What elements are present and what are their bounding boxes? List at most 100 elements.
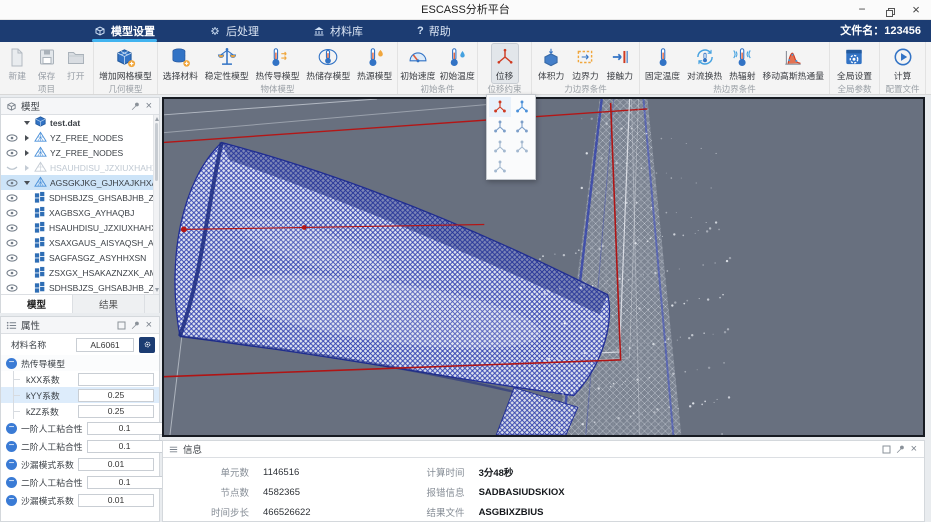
constraint-option-5[interactable] xyxy=(489,137,511,157)
pin-icon[interactable] xyxy=(130,320,140,330)
eye-icon[interactable] xyxy=(4,284,19,292)
tab-model[interactable]: 模型 xyxy=(1,295,73,313)
constraint-option-3[interactable] xyxy=(489,117,511,137)
boundary-force-button[interactable]: 边界力 xyxy=(570,44,600,83)
save-button[interactable]: 保存 xyxy=(35,44,59,83)
scrollbar-thumb[interactable] xyxy=(155,123,158,181)
tree-row[interactable]: XAGBSXG_AYHAQBJ xyxy=(1,205,159,220)
heat-source-button[interactable]: 热源模型 xyxy=(355,44,394,83)
collapse-icon[interactable]: − xyxy=(6,358,17,369)
collapse-icon[interactable]: − xyxy=(6,477,17,488)
chevron-right-icon[interactable] xyxy=(22,135,31,141)
initial-temperature-button[interactable]: 初始温度 xyxy=(438,44,477,83)
property-row-kzz: kZZ系数 xyxy=(1,403,159,419)
close-icon[interactable]: × xyxy=(909,444,919,454)
displacement-button[interactable]: 位移 xyxy=(492,44,518,83)
model-panel-header: 模型 × xyxy=(1,98,159,115)
section-heat-conduction[interactable]: − 热传导模型 xyxy=(1,355,159,371)
constraint-option-4[interactable] xyxy=(511,117,533,137)
tab-post-processing[interactable]: 后处理 xyxy=(203,20,265,42)
kyy-input[interactable] xyxy=(78,389,154,402)
collapse-icon[interactable]: − xyxy=(6,459,17,470)
tree-row[interactable]: XSAXGAUS_AISYAQSH_ASHX xyxy=(1,235,159,250)
eye-icon[interactable] xyxy=(4,269,19,277)
heat-source-icon xyxy=(364,46,386,68)
viscosity-3-input[interactable] xyxy=(87,476,163,489)
hourglass-1-input[interactable] xyxy=(78,458,154,471)
convection-button[interactable]: 对流换热 xyxy=(685,44,724,83)
pin-icon[interactable] xyxy=(895,444,905,454)
pin-icon[interactable] xyxy=(130,101,140,111)
maximize-icon[interactable] xyxy=(117,321,126,330)
tree-row[interactable]: HSAUHDISU_JZXIUXHAHX xyxy=(1,160,159,175)
tree-scrollbar[interactable] xyxy=(153,115,159,294)
close-button[interactable]: × xyxy=(903,0,929,20)
heat-storage-button[interactable]: 热储存模型 xyxy=(304,44,352,83)
tree-row[interactable]: SDHSBJZS_GHSABJHB_ZAHU xyxy=(1,190,159,205)
constraint-option-6[interactable] xyxy=(511,137,533,157)
tab-model-settings[interactable]: 模型设置 xyxy=(88,20,161,42)
close-icon[interactable]: × xyxy=(144,101,154,111)
chevron-down-icon[interactable] xyxy=(22,181,31,185)
fixed-temperature-button[interactable]: 固定温度 xyxy=(643,44,682,83)
add-mesh-model-button[interactable]: 增加网格模型 xyxy=(97,44,154,83)
eye-closed-icon[interactable] xyxy=(4,164,19,172)
eye-icon[interactable] xyxy=(4,134,19,142)
tree-row[interactable]: YZ_FREE_NODES xyxy=(1,130,159,145)
minimize-button[interactable]: − xyxy=(849,0,875,20)
kxx-input[interactable] xyxy=(78,373,154,386)
tree-row[interactable]: SAGFASGZ_ASYHHXSN xyxy=(1,250,159,265)
tab-material-library[interactable]: 材料库 xyxy=(307,20,369,42)
select-material-icon xyxy=(169,46,191,68)
tree-row-selected[interactable]: AGSGKJKG_GJHXAJKHXA xyxy=(1,175,159,190)
restore-button[interactable] xyxy=(877,0,903,20)
kzz-input[interactable] xyxy=(78,405,154,418)
tree-row-root[interactable]: test.dat xyxy=(1,115,159,130)
tree-row[interactable]: YZ_FREE_NODES xyxy=(1,145,159,160)
radiation-button[interactable]: 热辐射 xyxy=(727,44,757,83)
eye-icon[interactable] xyxy=(4,209,19,217)
tree-row[interactable]: ZSXGX_HSAKAZNZXK_AMASX xyxy=(1,265,159,280)
viscosity-1-input[interactable] xyxy=(87,422,163,435)
new-button[interactable]: 新建 xyxy=(5,44,29,83)
contact-force-button[interactable]: 接触力 xyxy=(605,44,635,83)
body-force-button[interactable]: 体积力 xyxy=(536,44,566,83)
constraint-option-1[interactable] xyxy=(489,97,511,117)
constraint-option-2[interactable] xyxy=(511,97,533,117)
chevron-right-icon[interactable] xyxy=(22,165,31,171)
eye-icon[interactable] xyxy=(4,194,19,202)
chevron-down-icon[interactable] xyxy=(22,121,31,125)
close-icon[interactable]: × xyxy=(144,320,154,330)
viscosity-2-input[interactable] xyxy=(87,440,163,453)
gauss-heat-flux-button[interactable]: 移动高斯热通量 xyxy=(760,44,826,83)
tree-row[interactable]: SDHSBJZS_GHSABJHB_ZAHU xyxy=(1,280,159,294)
initial-temperature-icon xyxy=(446,46,468,68)
tab-results[interactable]: 结果 xyxy=(73,295,145,313)
eye-icon[interactable] xyxy=(4,254,19,262)
eye-icon[interactable] xyxy=(4,149,19,157)
compute-button[interactable]: 计算 xyxy=(890,44,916,83)
material-settings-button[interactable] xyxy=(139,337,155,353)
heat-conduction-button[interactable]: 热传导模型 xyxy=(254,44,302,83)
tree-row[interactable]: HSAUHDISU_JZXIUXHAHX xyxy=(1,220,159,235)
eye-icon[interactable] xyxy=(4,179,19,187)
collapse-icon[interactable]: − xyxy=(6,423,17,434)
open-button[interactable]: 打开 xyxy=(64,44,88,83)
eye-icon[interactable] xyxy=(4,224,19,232)
hourglass-2-input[interactable] xyxy=(78,494,154,507)
constraint-option-7[interactable] xyxy=(489,157,511,177)
collapse-icon[interactable]: − xyxy=(6,495,17,506)
global-settings-button[interactable]: 全局设置 xyxy=(835,44,874,83)
collapse-icon[interactable]: − xyxy=(6,441,17,452)
initial-velocity-button[interactable]: 初始速度 xyxy=(398,44,437,83)
eye-icon[interactable] xyxy=(4,239,19,247)
stability-model-button[interactable]: 稳定性模型 xyxy=(203,44,251,83)
viewport-3d[interactable] xyxy=(162,97,925,437)
body-force-icon xyxy=(540,46,562,68)
chevron-right-icon[interactable] xyxy=(22,150,31,156)
maximize-icon[interactable] xyxy=(882,445,891,454)
tab-help[interactable]: ? 帮助 xyxy=(411,20,457,42)
material-name-input[interactable] xyxy=(76,338,134,352)
cube-icon xyxy=(34,115,47,130)
select-material-button[interactable]: 选择材料 xyxy=(161,44,200,83)
